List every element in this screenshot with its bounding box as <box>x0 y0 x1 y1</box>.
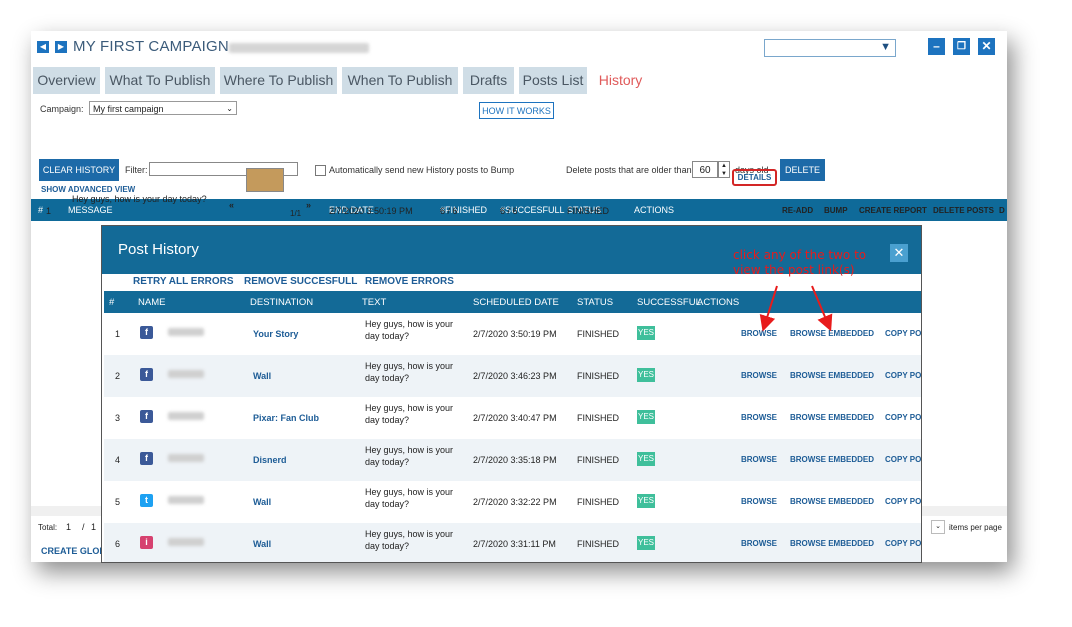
arrow-to-browse <box>759 285 778 332</box>
page-separator: / <box>82 522 85 532</box>
bump-button[interactable]: BUMP <box>824 206 848 215</box>
auto-send-checkbox[interactable] <box>315 165 326 176</box>
tab-when-to-publish[interactable]: When To Publish <box>342 67 458 94</box>
create-global-link[interactable]: CREATE GLOB <box>41 546 106 556</box>
page-total: 1 <box>91 522 97 532</box>
tab-overview[interactable]: Overview <box>33 67 100 94</box>
chevron-down-icon[interactable]: ⌄ <box>931 520 945 534</box>
details-button[interactable]: DETAILS <box>732 169 777 186</box>
campaign-select[interactable]: My first campaign ⌄ <box>89 101 237 115</box>
account-select[interactable]: ▼ <box>764 39 896 57</box>
restore-button[interactable]: ❐ <box>953 38 970 55</box>
filter-label: Filter: <box>125 165 148 175</box>
delete-older-label: Delete posts that are older than <box>566 165 692 175</box>
re-add-button[interactable]: RE-ADD <box>782 206 813 215</box>
annotation-arrows <box>759 285 833 332</box>
title-bar: ◀ ▶ MY FIRST CAMPAIGN ▼ – ❐ ✕ <box>31 31 1007 65</box>
more-actions-button[interactable]: D <box>999 206 1005 215</box>
items-per-page-label: items per page <box>949 523 1002 532</box>
campaign-label: Campaign: <box>40 104 84 114</box>
col-actions: ACTIONS <box>634 205 675 215</box>
prev-campaign-icon[interactable]: ◀ <box>37 41 49 53</box>
row-status: FINISHED <box>567 206 610 216</box>
total-label: Total: <box>38 523 58 532</box>
col-message: MESSAGE <box>68 205 113 215</box>
tab-what-to-publish[interactable]: What To Publish <box>105 67 215 94</box>
minimize-button[interactable]: – <box>928 38 945 55</box>
tab-bar: Overview What To Publish Where To Publis… <box>31 67 1007 94</box>
blurred-text <box>229 43 369 53</box>
col-number: # <box>38 205 44 215</box>
post-thumbnail <box>246 168 284 192</box>
clear-history-button[interactable]: CLEAR HISTORY <box>39 159 119 181</box>
chevron-down-icon: ⌄ <box>226 104 233 113</box>
how-it-works-button[interactable]: HOW IT WORKS <box>479 102 554 119</box>
row-finished: 6 / 6 <box>440 206 458 216</box>
prev-page-icon[interactable]: « <box>229 200 234 210</box>
tab-posts-list[interactable]: Posts List <box>519 67 587 94</box>
row-number: 1 <box>46 206 52 216</box>
delete-posts-button[interactable]: DELETE POSTS <box>933 206 994 215</box>
delete-button[interactable]: DELETE <box>780 159 825 181</box>
next-page-icon[interactable]: » <box>306 200 311 210</box>
campaign-select-value: My first campaign <box>93 104 164 114</box>
page-current: 1 <box>66 522 72 532</box>
chevron-down-icon: ▼ <box>880 41 891 53</box>
tab-history[interactable]: History <box>592 67 649 94</box>
arrow-to-browse-embedded <box>811 285 833 332</box>
tab-drafts[interactable]: Drafts <box>463 67 514 94</box>
tab-where-to-publish[interactable]: Where To Publish <box>220 67 337 94</box>
row-message: Hey guys, how is your day today? <box>72 194 207 204</box>
days-input[interactable]: 60 <box>692 161 718 178</box>
row-end-date: 2/7/2020 3:50:19 PM <box>329 206 413 216</box>
thumbnail-pager: 1/1 <box>290 209 302 218</box>
post-history-modal: Post History ✕ click any of the two to v… <box>102 226 921 562</box>
close-button[interactable]: ✕ <box>978 38 995 55</box>
create-report-button[interactable]: CREATE REPORT <box>859 206 927 215</box>
row-successful: 6 / 6 <box>500 206 518 216</box>
show-advanced-view-link[interactable]: SHOW ADVANCED VIEW <box>41 185 135 194</box>
campaign-title: MY FIRST CAMPAIGN <box>73 38 229 55</box>
days-stepper[interactable]: ▲ ▼ <box>718 161 730 178</box>
auto-send-label: Automatically send new History posts to … <box>329 165 515 175</box>
next-campaign-icon[interactable]: ▶ <box>55 41 67 53</box>
